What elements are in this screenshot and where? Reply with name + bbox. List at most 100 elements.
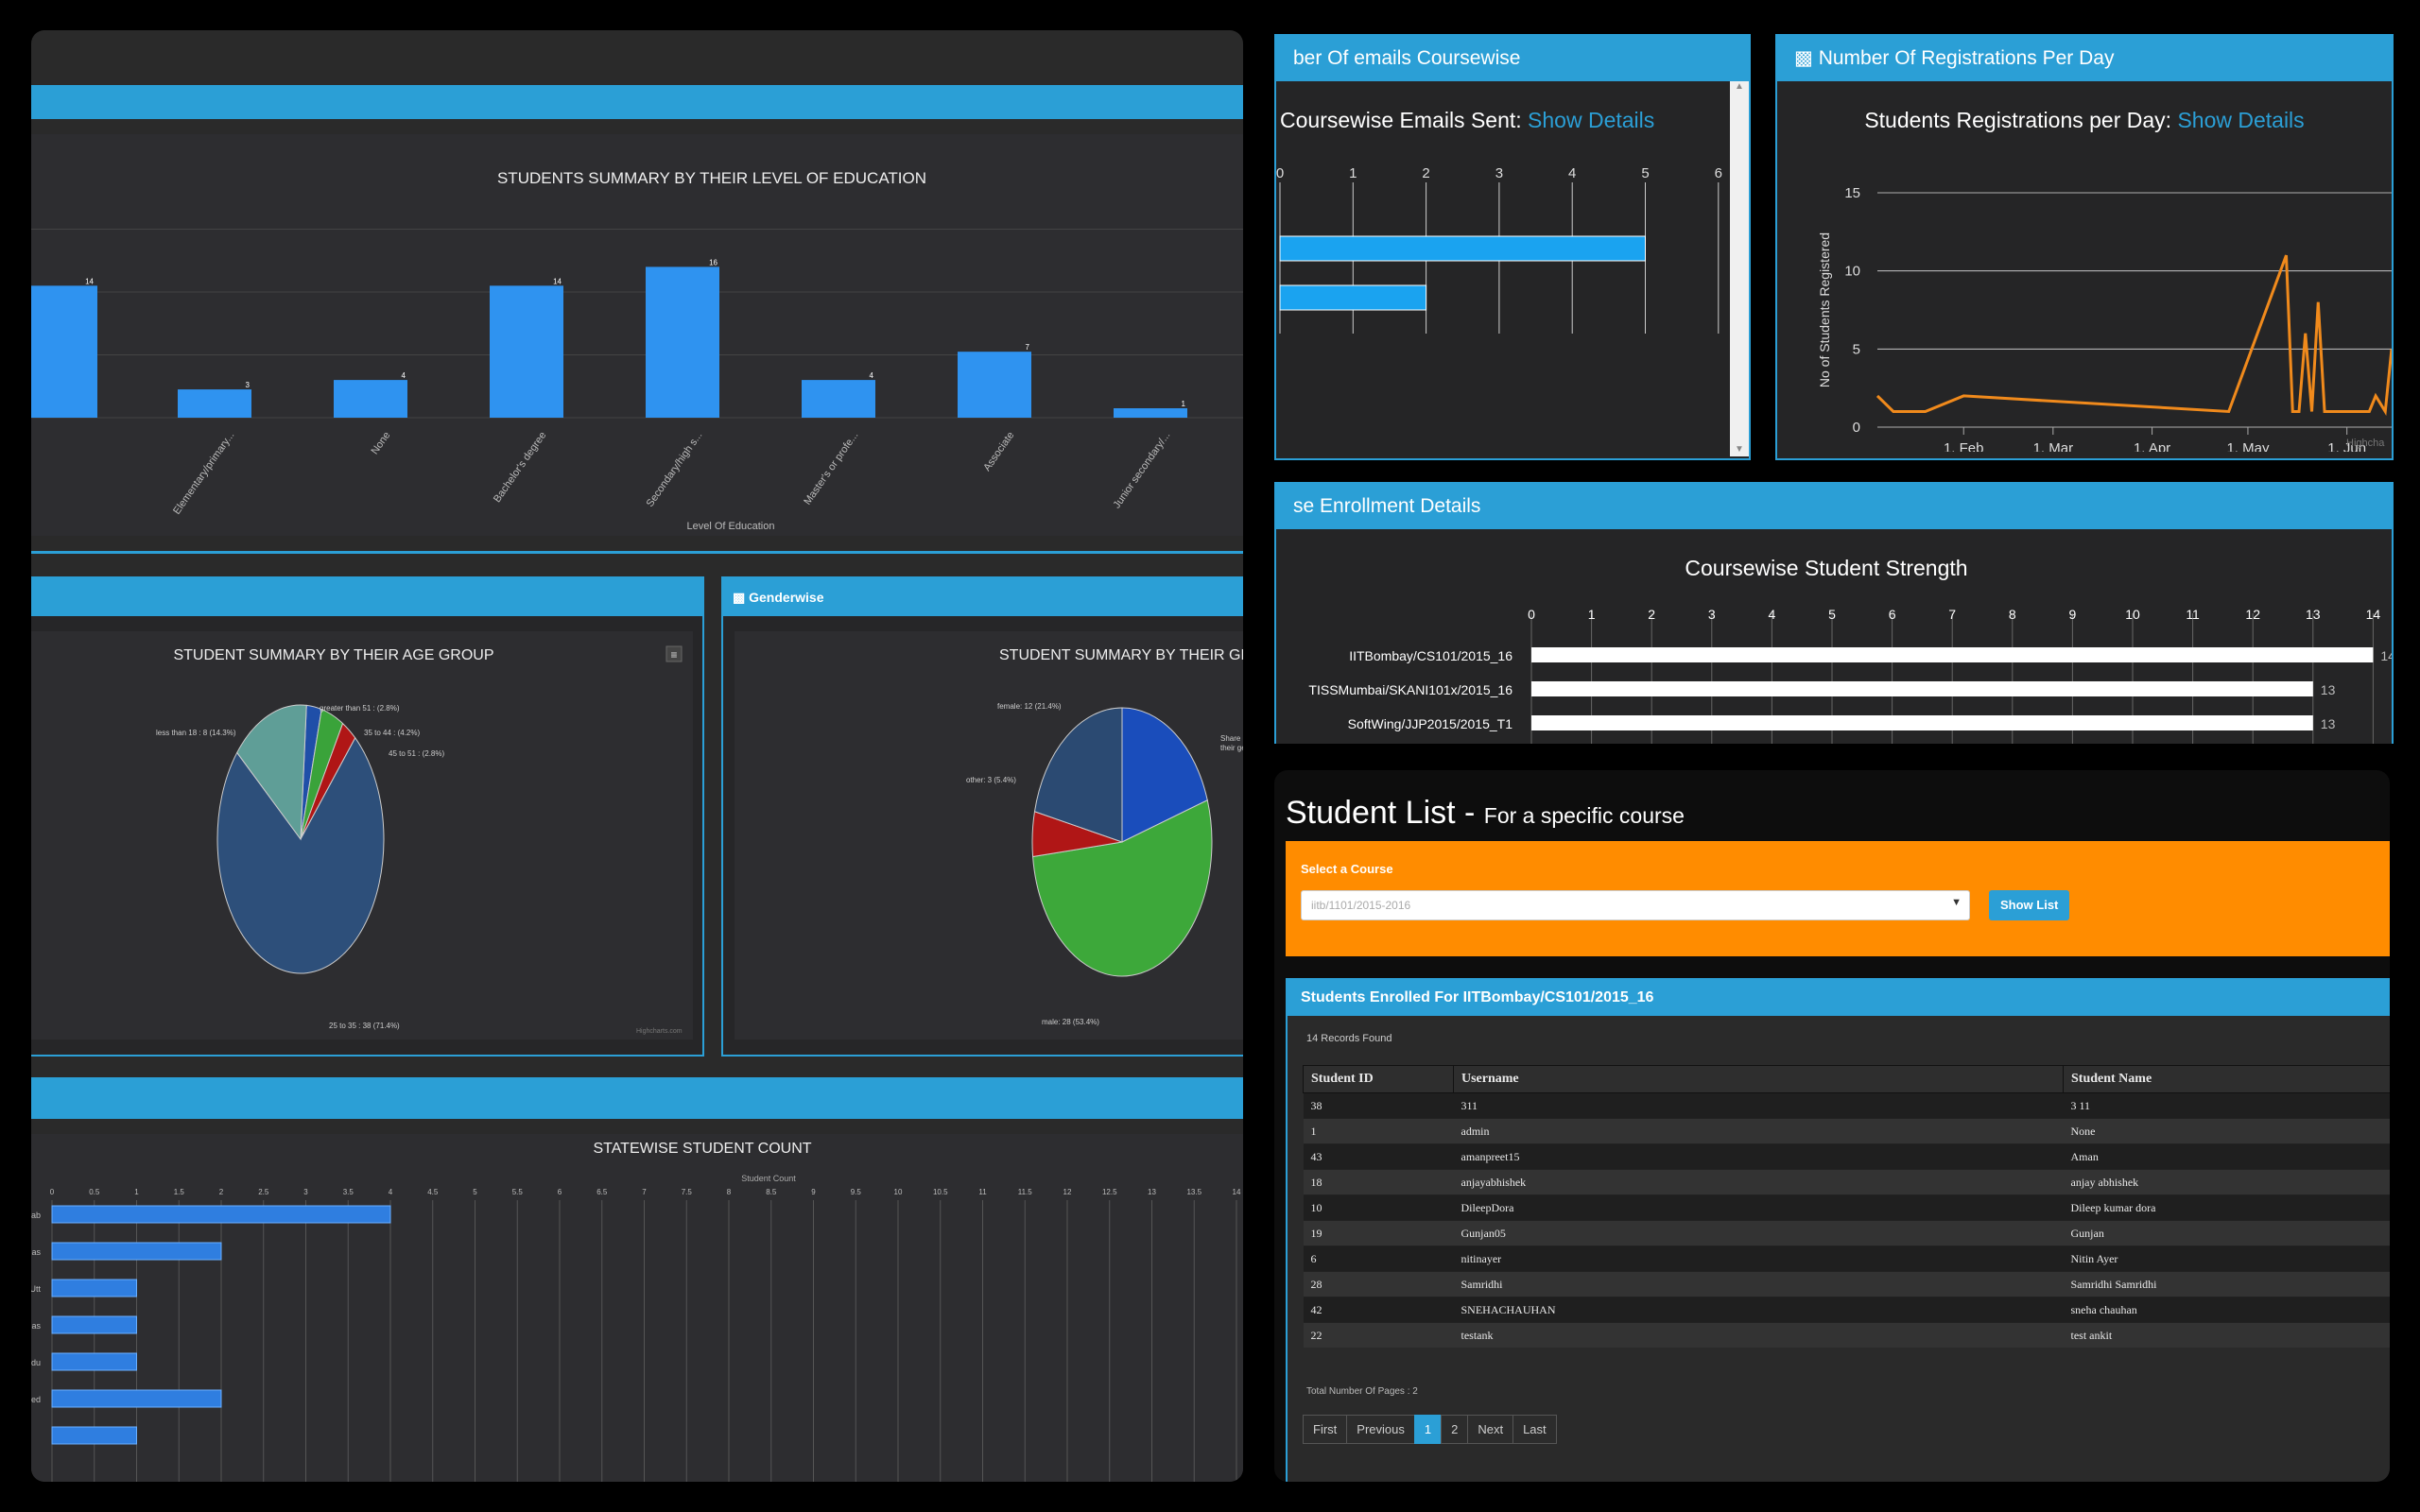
registrations-ytick: 10: [1844, 264, 1860, 280]
statewise-tick: 8.5: [766, 1188, 777, 1196]
registrations-line-chart: 15 10 5 0 No of Students Registered 1. Feb 1. …: [1817, 185, 2392, 452]
emails-tick: 2: [1422, 165, 1429, 181]
enrollment-tick: 14: [2366, 607, 2381, 622]
statewise-tick: 13.5: [1186, 1188, 1201, 1196]
statewise-tick: 1: [134, 1188, 139, 1196]
pager-button-2[interactable]: 2: [1441, 1415, 1469, 1444]
education-xlabel: Level Of Education: [687, 521, 775, 532]
education-bar-label: 4: [870, 371, 874, 380]
scroll-down-arrow[interactable]: ▼: [1730, 444, 1749, 455]
table-cell: 22: [1303, 1322, 1454, 1348]
age-pie-chart: STUDENT SUMMARY BY THEIR AGE GROUP ≡ great…: [156, 645, 683, 1035]
table-row[interactable]: 38 311 3 11: [1303, 1092, 2390, 1119]
statewise-bar: [51, 1352, 137, 1371]
table-row[interactable]: 6 nitinayer Nitin Ayer: [1303, 1246, 2390, 1272]
age-label: 35 to 44 : (4.2%): [364, 729, 420, 737]
table-cell: sneha chauhan: [2063, 1297, 2390, 1323]
registrations-show-details-link[interactable]: Show Details: [2177, 108, 2304, 132]
table-row[interactable]: 18 anjayabhishek anjay abhishek: [1303, 1169, 2390, 1195]
table-cell: Samridhi Samridhi: [2063, 1271, 2390, 1297]
registrations-panel: ▩ Number Of Registrations Per Day Studen…: [1775, 34, 2394, 460]
show-list-button[interactable]: Show List: [1989, 890, 2070, 920]
statewise-tick: 9: [811, 1188, 816, 1196]
table-row[interactable]: 42 SNEHACHAUHAN sneha chauhan: [1303, 1297, 2390, 1323]
pager-button-1[interactable]: 1: [1413, 1415, 1443, 1444]
statewise-state-label: jab: [31, 1211, 41, 1220]
enrollment-tick: 9: [2069, 607, 2077, 622]
table-cell: SNEHACHAUHAN: [1453, 1297, 2064, 1323]
education-bar: [802, 380, 875, 418]
statewise-bar: [51, 1389, 222, 1408]
emails-show-details-link[interactable]: Show Details: [1528, 108, 1654, 132]
course-select[interactable]: iitb/1101/2015-2016 ▼: [1301, 890, 1970, 920]
education-category-label: Master's or profe...: [802, 430, 860, 507]
column-header[interactable]: Student Name: [2063, 1065, 2390, 1093]
statewise-tick: 4: [389, 1188, 393, 1196]
statewise-tick: 13: [1148, 1188, 1156, 1196]
pagination: First Previous 1 2 Next Last: [1303, 1415, 1557, 1444]
registrations-chart-title: Students Registrations per Day: Show Det…: [1864, 108, 2305, 132]
registrations-ytick: 0: [1853, 420, 1860, 436]
table-cell: None: [2063, 1118, 2390, 1144]
registrations-xtick: 1. May: [2226, 440, 2270, 452]
education-bar: [958, 352, 1031, 418]
table-row[interactable]: 19 Gunjan05 Gunjan: [1303, 1220, 2390, 1246]
registrations-ytick: 15: [1844, 185, 1860, 201]
table-row[interactable]: 10 DileepDora Dileep kumar dora: [1303, 1194, 2390, 1221]
enrollment-bar: [1531, 715, 2313, 730]
education-bar-label: 1: [1182, 400, 1186, 408]
statewise-state-label: Utt: [31, 1284, 41, 1294]
education-bar-label: 3: [246, 381, 251, 389]
enrollment-course-label: SoftWing/JJP2015/2015_T1: [1348, 716, 1513, 731]
column-header[interactable]: Student ID: [1303, 1065, 1454, 1093]
age-label: greater than 51 : (2.8%): [320, 704, 400, 713]
education-chart-title: STUDENTS SUMMARY BY THEIR LEVEL OF EDUCA…: [497, 169, 926, 187]
column-header[interactable]: Username: [1453, 1065, 2064, 1093]
statewise-tick: 5: [473, 1188, 477, 1196]
age-label: 25 to 35 : 38 (71.4%): [329, 1022, 400, 1030]
education-category-label: Associate: [981, 430, 1016, 473]
statewise-tick: 12: [1063, 1188, 1072, 1196]
statewise-chart-area: STATEWISE STUDENT COUNT Student Count 0 0.5…: [31, 1134, 1243, 1482]
table-row[interactable]: 43 amanpreet15 Aman: [1303, 1143, 2390, 1170]
enrollment-bar: [1531, 647, 2374, 662]
emails-tick: 0: [1276, 165, 1284, 181]
emails-panel: ber Of emails Coursewise Coursewise Emai…: [1274, 34, 1751, 460]
emails-chart-title: Coursewise Emails Sent: Show Details: [1280, 108, 1655, 132]
pager-button-previous[interactable]: Previous: [1346, 1415, 1415, 1444]
bar-chart-icon: ▩: [733, 590, 746, 605]
bar-chart-icon: ▩: [1794, 47, 1813, 69]
gender-chart-title: STUDENT SUMMARY BY THEIR GENDER: [999, 647, 1243, 663]
enrollment-bar: [1531, 681, 2313, 696]
age-chart-area: STUDENT SUMMARY BY THEIR AGE GROUP ≡ great…: [31, 631, 693, 1040]
pager-button-first[interactable]: First: [1303, 1415, 1348, 1444]
enrollment-tick: 8: [2009, 607, 2016, 622]
pager-button-last[interactable]: Last: [1512, 1415, 1557, 1444]
statewise-tick: 0: [50, 1188, 55, 1196]
pager-button-next[interactable]: Next: [1467, 1415, 1514, 1444]
emails-tick: 6: [1715, 165, 1722, 181]
emails-bar-chart: 0 1 2 3 4 5 6: [1276, 165, 1722, 334]
statewise-tick: 10: [894, 1188, 903, 1196]
age-chart-title: STUDENT SUMMARY BY THEIR AGE GROUP: [173, 647, 493, 663]
enrollment-course-label: IITBombay/CS101/2015_16: [1349, 648, 1512, 663]
age-panel-header: [31, 578, 702, 616]
statewise-tick: 6: [558, 1188, 562, 1196]
enrollment-value-label: 13: [2321, 682, 2336, 697]
emails-scrollbar[interactable]: ▲ ▼: [1730, 81, 1749, 456]
statewise-tick: 11.5: [1018, 1188, 1033, 1196]
statewise-bar: [51, 1205, 391, 1224]
education-panel-header: [31, 85, 1243, 119]
scroll-up-arrow[interactable]: ▲: [1730, 81, 1749, 92]
statewise-state-label: ned: [31, 1395, 41, 1404]
left-dashboard-card: STUDENTS SUMMARY BY THEIR LEVEL OF EDUCA…: [31, 30, 1243, 1482]
table-row[interactable]: 28 Samridhi Samridhi Samridhi: [1303, 1271, 2390, 1297]
statewise-bar: [51, 1315, 137, 1334]
education-bar: [334, 380, 407, 418]
education-bar: [178, 389, 251, 418]
table-row[interactable]: 1 admin None: [1303, 1118, 2390, 1144]
age-panel: STUDENT SUMMARY BY THEIR AGE GROUP ≡ great…: [31, 576, 704, 1057]
gender-pie-chart: STUDENT SUMMARY BY THEIR GENDER female: 1…: [966, 647, 1243, 1026]
table-row[interactable]: 22 testank test ankit: [1303, 1322, 2390, 1348]
table-cell: anjay abhishek: [2063, 1169, 2390, 1195]
